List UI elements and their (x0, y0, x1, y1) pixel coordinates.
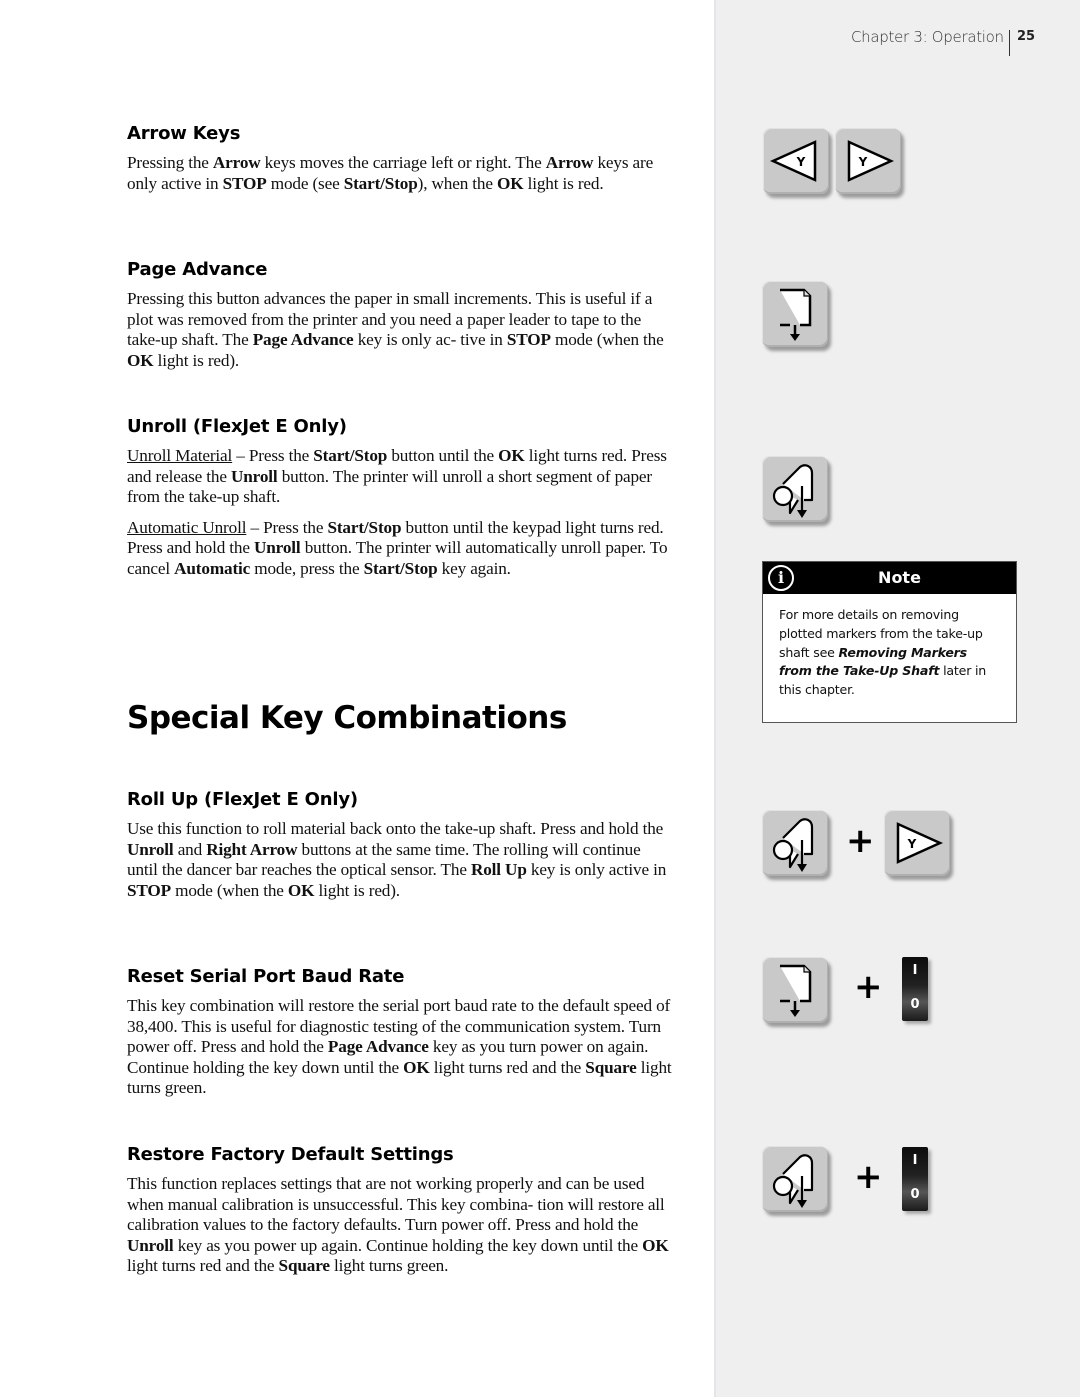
bold-term: Arrow (545, 153, 594, 172)
power-off-label: 0 (910, 997, 920, 1012)
page-advance-key-icon (778, 964, 812, 1019)
section-paragraph: Use this function to roll material back … (127, 819, 667, 900)
bold-term: Page Advance (327, 1037, 429, 1056)
left-arrow-key-icon: Y (771, 140, 817, 182)
power-off-label: 0 (910, 1187, 920, 1202)
bold-term: Unroll (127, 839, 174, 859)
bold-term: OK (497, 173, 524, 193)
bold-term: Unroll (254, 538, 301, 557)
section-heading: Arrow Keys (127, 123, 241, 144)
bold-term: Start/Stop (313, 446, 388, 465)
bold-term: OK (127, 350, 154, 370)
unroll-key-icon (772, 464, 814, 520)
page-number: 25 (1017, 29, 1036, 44)
plus-sign: + (854, 1157, 883, 1197)
bold-term: Roll Up (470, 860, 527, 879)
section-reset-baud-rate: Reset Serial Port Baud Rate This key com… (127, 966, 672, 1099)
power-switch-icon: I 0 (902, 957, 928, 1021)
plus-sign: + (846, 821, 875, 861)
right-arrow-key: Y (884, 810, 950, 876)
note-header: i Note (763, 562, 1016, 594)
bold-term: OK (642, 1235, 669, 1255)
underlined-term: Automatic Unroll (127, 517, 247, 537)
section-roll-up: Roll Up (FlexJet E Only) Use this functi… (127, 789, 672, 901)
page-advance-key-icon (778, 288, 812, 343)
svg-text:Y: Y (796, 155, 806, 169)
right-arrow-key: Y (835, 128, 901, 194)
unroll-key (762, 810, 828, 876)
bold-term: STOP (222, 173, 267, 193)
section-paragraph: This key combination will restore the se… (127, 996, 672, 1097)
bold-term: OK (498, 446, 525, 465)
section-restore-defaults: Restore Factory Default Settings This fu… (127, 1144, 672, 1277)
section-heading: Restore Factory Default Settings (127, 1144, 454, 1165)
section-arrow-keys: Arrow Keys Pressing the Arrow keys moves… (127, 123, 672, 194)
svg-text:Y: Y (907, 837, 917, 851)
power-on-label: I (912, 963, 918, 978)
section-heading: Page Advance (127, 259, 268, 280)
section-heading: Roll Up (FlexJet E Only) (127, 789, 358, 810)
bold-term: Start/Stop (327, 517, 402, 537)
bold-term: STOP (506, 330, 551, 349)
section-paragraph: Unroll Material – Press the Start/Stop b… (127, 446, 667, 506)
chapter-section-title: Special Key Combinations (127, 700, 567, 736)
cross-reference: Removing Markers from the Take-Up Shaft (779, 644, 967, 679)
section-paragraph: Automatic Unroll – Press the Start/Stop … (127, 517, 668, 578)
right-arrow-key-icon: Y (847, 140, 893, 182)
bold-term: Arrow (212, 153, 261, 172)
power-on-label: I (912, 1153, 918, 1168)
page-advance-key (762, 957, 828, 1023)
note-body: For more details on removing plotted mar… (779, 607, 987, 698)
unroll-key (762, 1146, 828, 1212)
header-divider (1009, 30, 1010, 56)
running-head-chapter: Chapter 3: Operation (851, 28, 1004, 46)
note-title: Note (878, 568, 921, 587)
section-heading: Reset Serial Port Baud Rate (127, 966, 405, 987)
bold-term: Automatic (174, 558, 251, 578)
section-paragraph: This function replaces settings that are… (127, 1174, 669, 1275)
plus-sign: + (854, 967, 883, 1007)
unroll-key-icon (772, 818, 814, 874)
bold-term: STOP (127, 880, 171, 900)
bold-term: Square (278, 1256, 330, 1275)
power-switch-icon: I 0 (902, 1147, 928, 1211)
bold-term: Right Arrow (206, 839, 298, 859)
unroll-key-icon (772, 1154, 814, 1210)
section-heading: Unroll (FlexJet E Only) (127, 416, 347, 437)
bold-term: OK (403, 1057, 430, 1077)
left-arrow-key: Y (763, 128, 829, 194)
bold-term: Start/Stop (343, 173, 418, 193)
section-unroll: Unroll (FlexJet E Only) Unroll Material … (127, 416, 672, 579)
unroll-key (762, 456, 828, 522)
right-arrow-key-icon: Y (896, 822, 942, 864)
note-box: i Note For more details on removing plot… (762, 561, 1017, 723)
svg-text:Y: Y (858, 155, 868, 169)
section-page-advance: Page Advance Pressing this button advanc… (127, 259, 672, 371)
bold-term: OK (287, 880, 315, 900)
bold-term: Unroll (231, 466, 278, 486)
section-paragraph: Pressing the Arrow keys moves the carria… (127, 153, 654, 193)
page-advance-key (762, 281, 828, 347)
bold-term: Square (585, 1057, 637, 1077)
section-paragraph: Pressing this button advances the paper … (127, 289, 664, 370)
bold-term: Unroll (127, 1235, 174, 1255)
bold-term: Start/Stop (363, 558, 438, 578)
underlined-term: Unroll Material (127, 446, 233, 465)
bold-term: Page Advance (252, 330, 354, 349)
